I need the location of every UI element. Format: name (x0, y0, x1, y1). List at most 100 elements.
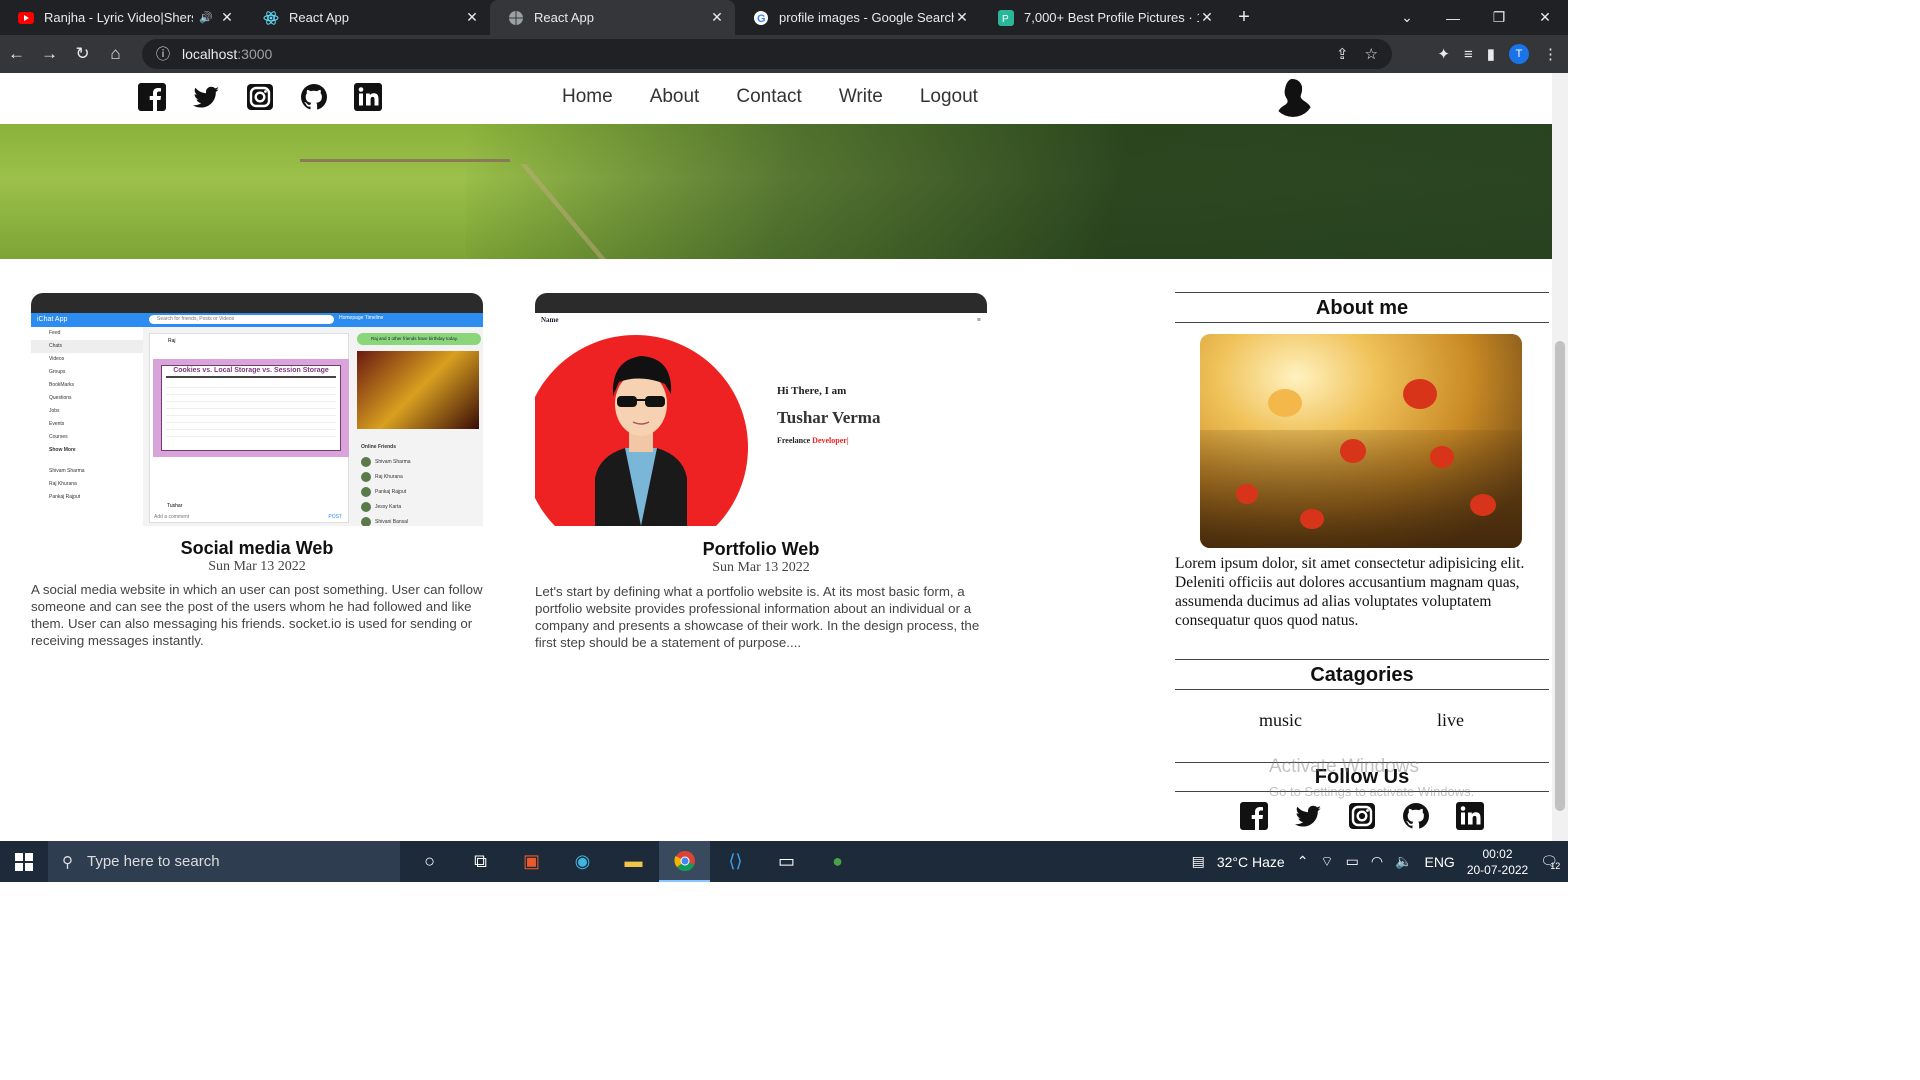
github-icon[interactable] (300, 83, 328, 111)
nav-about[interactable]: About (650, 86, 700, 108)
mock-side-item: Videos (49, 356, 65, 362)
tab-react-app-2[interactable]: React App ✕ (490, 0, 735, 35)
taskbar-search[interactable]: ⚲ Type here to search (48, 841, 400, 882)
tab-react-app-1[interactable]: React App ✕ (245, 0, 490, 35)
close-window-button[interactable]: ✕ (1522, 9, 1568, 26)
network-icon[interactable]: ⌔ (1320, 853, 1333, 871)
terminal-icon[interactable]: ▭ (761, 841, 812, 882)
mock-side-item: Feed (49, 330, 61, 336)
post-thumbnail[interactable]: Name ≡ Hi There, I am Tushar Verma Freel… (535, 293, 987, 526)
profile-avatar[interactable]: T (1509, 44, 1529, 64)
address-bar[interactable]: ⓘ localhost:3000 ⇪ ☆ (142, 39, 1392, 69)
restore-button[interactable]: ❐ (1476, 9, 1522, 26)
share-icon[interactable]: ⇪ (1336, 45, 1349, 63)
user-avatar[interactable] (1272, 75, 1314, 117)
about-title: About me (1315, 297, 1409, 319)
linkedin-icon[interactable] (354, 83, 382, 111)
nav-logout[interactable]: Logout (920, 86, 978, 108)
bookmark-star-icon[interactable]: ☆ (1365, 45, 1378, 63)
mock-nav-links: Homepage Timeline (339, 315, 384, 321)
nav-write[interactable]: Write (839, 86, 883, 108)
weather-text[interactable]: 32°C Haze (1217, 854, 1285, 870)
weather-icon[interactable]: ▤ (1192, 853, 1205, 870)
category-music[interactable]: music (1259, 710, 1302, 731)
mock-side-friend: Shivam Sharma (49, 468, 85, 474)
twitter-icon[interactable] (192, 83, 220, 111)
tray-chevron-icon[interactable]: ⌃ (1297, 853, 1309, 870)
nav-contact[interactable]: Contact (736, 86, 801, 108)
minimize-button[interactable]: — (1430, 10, 1476, 26)
svg-text:G: G (757, 13, 766, 25)
tab-title: 7,000+ Best Profile Pictures · 100 (1024, 10, 1199, 25)
page-scrollbar[interactable] (1552, 73, 1568, 841)
edge-icon[interactable]: ◉ (557, 841, 608, 882)
side-panel-icon[interactable]: ▮ (1487, 45, 1495, 63)
mock-side-item: Events (49, 421, 65, 427)
post-card-portfolio[interactable]: Name ≡ Hi There, I am Tushar Verma Freel… (535, 293, 987, 653)
extensions-icon[interactable]: ✦ (1437, 45, 1450, 63)
mock-friend: Shivani Bansal (361, 514, 481, 526)
instagram-icon[interactable] (1348, 802, 1376, 830)
site-info-icon[interactable]: ⓘ (156, 44, 170, 64)
github-icon[interactable] (1402, 802, 1430, 830)
twitter-icon[interactable] (1294, 802, 1322, 830)
speaker-icon[interactable]: 🔊 (199, 11, 213, 24)
facebook-icon[interactable] (138, 83, 166, 111)
tab-close-icon[interactable]: ✕ (219, 9, 235, 26)
mongodb-compass-icon[interactable]: ● (812, 841, 863, 882)
scrollbar-thumb[interactable] (1555, 341, 1565, 811)
media-control-icon[interactable]: ≡ (1464, 46, 1473, 63)
task-view-icon[interactable]: ⧉ (455, 841, 506, 882)
vscode-icon[interactable]: ⟨⟩ (710, 841, 761, 882)
cortana-icon[interactable]: ○ (404, 841, 455, 882)
office-icon[interactable]: ▣ (506, 841, 557, 882)
post-date: Sun Mar 13 2022 (712, 560, 810, 575)
tab-close-icon[interactable]: ✕ (954, 9, 970, 26)
post-title[interactable]: Portfolio Web (535, 539, 987, 560)
mock-brand: Name (541, 316, 559, 324)
browser-toolbar: ← → ↻ ⌂ ⓘ localhost:3000 ⇪ ☆ ✦ ≡ ▮ T ⋮ (0, 35, 1568, 73)
tab-close-icon[interactable]: ✕ (1199, 9, 1215, 26)
tab-close-icon[interactable]: ✕ (464, 9, 480, 26)
linkedin-icon[interactable] (1456, 802, 1484, 830)
reload-icon[interactable]: ↻ (66, 44, 99, 64)
back-icon[interactable]: ← (0, 44, 33, 64)
mock-role: Freelance Developer| (777, 436, 849, 445)
facebook-icon[interactable] (1240, 802, 1268, 830)
mock-birthday-banner: Raj and 3 other friends have birthday to… (357, 333, 481, 345)
tab-close-icon[interactable]: ✕ (709, 9, 725, 26)
battery-icon[interactable]: ▭ (1346, 853, 1359, 870)
volume-icon[interactable]: 🔈 (1395, 853, 1412, 870)
home-icon[interactable]: ⌂ (99, 44, 132, 64)
mock-friend: Shivam Sharma (361, 454, 481, 469)
activate-windows-subtext: Go to Settings to activate Windows. (1269, 784, 1475, 799)
forward-icon[interactable]: → (33, 44, 66, 64)
post-card-social[interactable]: iChat App Search for friends, Posts or V… (31, 293, 483, 653)
wifi-icon[interactable]: ◠ (1371, 853, 1383, 870)
menu-kebab-icon[interactable]: ⋮ (1543, 45, 1558, 63)
taskbar-search-placeholder: Type here to search (87, 853, 220, 870)
post-title[interactable]: Social media Web (31, 538, 483, 559)
url-port: :3000 (237, 46, 273, 62)
chrome-icon[interactable] (659, 841, 710, 882)
mock-sidebar: Feed Chats Videos Groups BookMarks Quest… (31, 327, 143, 526)
tab-profile-pictures[interactable]: P 7,000+ Best Profile Pictures · 100 ✕ (980, 0, 1225, 35)
post-thumbnail[interactable]: iChat App Search for friends, Posts or V… (31, 293, 483, 526)
tab-youtube[interactable]: Ranjha - Lyric Video|Shershaah 🔊 ✕ (0, 0, 245, 35)
tab-google-search[interactable]: G profile images - Google Search ✕ (735, 0, 980, 35)
windows-start-icon[interactable] (0, 841, 48, 882)
category-live[interactable]: live (1437, 710, 1464, 731)
tab-title: Ranjha - Lyric Video|Shershaah (44, 10, 193, 25)
tab-search-icon[interactable]: ⌄ (1384, 9, 1430, 26)
notification-icon[interactable]: 🗨 12 (1540, 853, 1560, 871)
new-tab-button[interactable]: + (1229, 0, 1259, 35)
file-explorer-icon[interactable]: ▬ (608, 841, 659, 882)
nav-home[interactable]: Home (562, 86, 613, 108)
language-indicator[interactable]: ENG (1424, 854, 1454, 870)
fence-decor (300, 124, 510, 162)
instagram-icon[interactable] (246, 83, 274, 111)
youtube-icon (18, 10, 34, 26)
tab-title: React App (289, 10, 349, 25)
window-controls: ⌄ — ❐ ✕ (1384, 0, 1568, 35)
taskbar-clock[interactable]: 00:02 20-07-2022 (1467, 846, 1528, 878)
